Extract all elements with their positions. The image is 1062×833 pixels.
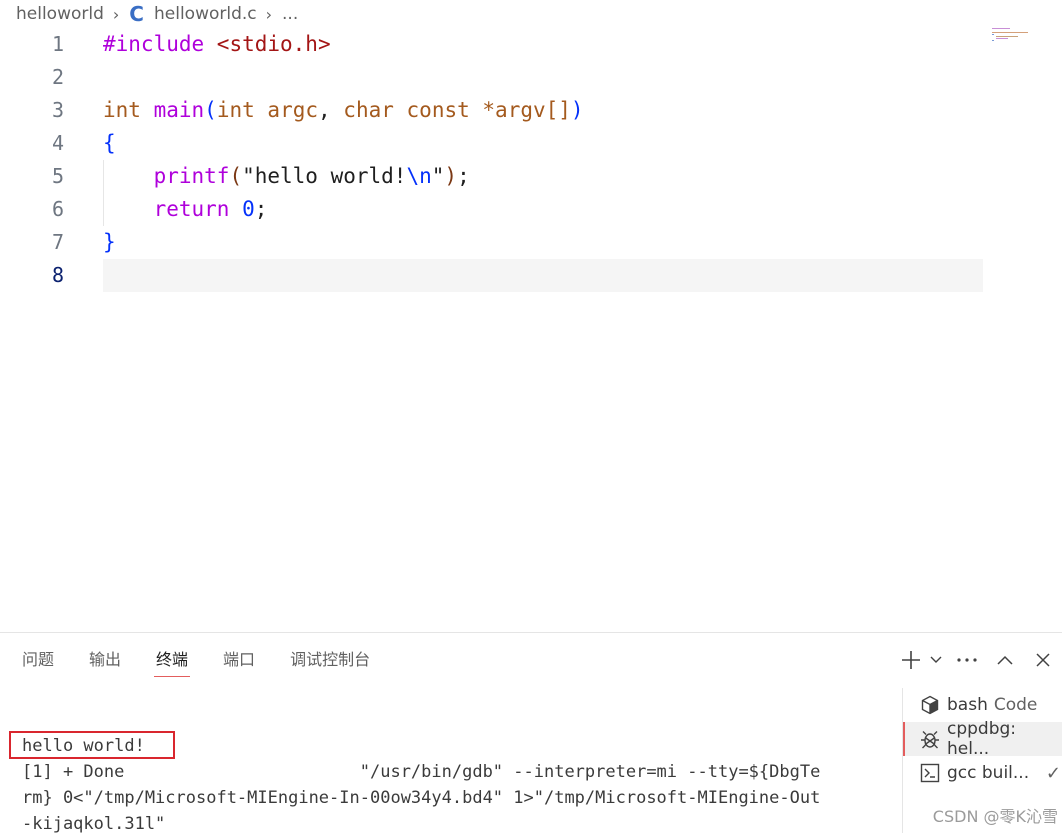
chevron-up-icon[interactable] [986,633,1024,687]
code-line-active: 8 [0,259,1062,292]
code-line: 7 } [0,226,1062,259]
code-line: 3 int main(int argc, char const *argv[]) [0,94,1062,127]
chevron-right-icon: › [112,4,120,24]
terminal-item-label: cppdbg: hel... [947,719,1017,759]
code-line: 2 [0,61,1062,94]
chevron-right-icon: › [265,4,273,24]
line-number: 2 [51,65,64,89]
tab-ports[interactable]: 端口 [223,633,255,687]
terminal-output[interactable]: hello world! [1] + Done "/usr/bin/gdb" --… [22,733,882,833]
close-icon[interactable] [1024,633,1062,687]
line-number: 8 [51,263,64,287]
line-number: 3 [51,98,64,122]
breadcrumb-symbols[interactable]: ... [282,4,298,24]
chevron-down-icon[interactable] [924,633,948,687]
breadcrumb-folder[interactable]: helloworld [0,4,104,24]
terminal-item-label: gcc buil... [947,763,1030,783]
plus-icon[interactable] [898,633,924,687]
breadcrumb-file[interactable]: C helloworld.c [129,2,256,26]
line-number: 6 [51,197,64,221]
check-icon: ✓ [1045,762,1061,784]
code-line: 5 printf("hello world!\n"); [0,160,1062,193]
terminal-item-label: bash [947,695,988,715]
panel-tabs: 问题 输出 终端 端口 调试控制台 [0,633,405,687]
package-icon [919,694,941,716]
terminal-icon [919,762,941,784]
terminal-item-gcc[interactable]: gcc buil... ✓ [903,756,1062,790]
code-text: } [103,230,116,254]
panel-actions [898,633,1062,687]
terminal-line: rm} 0<"/tmp/Microsoft-MIEngine-In-00ow34… [22,788,821,808]
code-text: #include <stdio.h> [103,32,331,56]
code-line: 1 #include <stdio.h> [0,28,1062,61]
code-line: 6 return 0; [0,193,1062,226]
terminal-item-sublabel: Code [993,695,1038,715]
line-number: 4 [51,131,64,155]
line-number: 7 [51,230,64,254]
terminal-line: -kijaqkol.31l" [22,814,166,833]
tab-problems[interactable]: 问题 [22,633,54,687]
ellipsis-icon[interactable] [948,633,986,687]
tab-terminal[interactable]: 终端 [154,633,191,687]
breadcrumb-file-label: helloworld.c [153,4,257,24]
breadcrumb: helloworld › C helloworld.c › ... [0,0,298,28]
terminal-item-cppdbg[interactable]: cppdbg: hel... [903,719,1062,759]
line-number: 1 [51,32,64,56]
terminal-item-bash[interactable]: bash Code [903,688,1062,722]
code-text: { [103,131,116,155]
bottom-panel: 问题 输出 终端 端口 调试控制台 hello world! [1] + Done… [0,632,1062,833]
code-text: printf("hello world!\n"); [153,164,470,188]
debug-icon [919,728,941,750]
tab-debug-console[interactable]: 调试控制台 [290,633,370,687]
c-file-icon: C [129,2,144,26]
code-line: 4 { [0,127,1062,160]
terminal-line: hello world! [22,736,145,756]
code-text: return 0; [153,197,268,221]
code-editor[interactable]: 1 #include <stdio.h> 2 3 int main(int ar… [0,28,1062,628]
code-text: int main(int argc, char const *argv[]) [103,98,584,122]
tab-output[interactable]: 输出 [89,633,121,687]
line-number: 5 [51,164,64,188]
terminal-line: [1] + Done "/usr/bin/gdb" --interpreter=… [22,762,821,782]
watermark: CSDN @零K沁雪 [932,807,1058,826]
